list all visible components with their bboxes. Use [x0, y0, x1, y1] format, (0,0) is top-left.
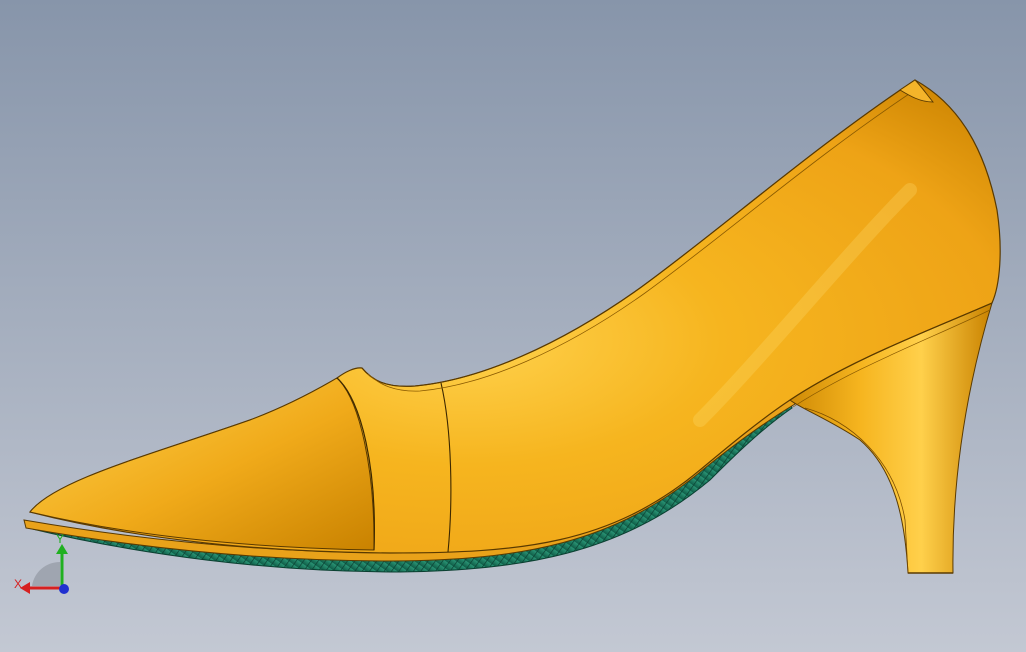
axis-triad: X Y [14, 532, 69, 594]
z-axis-dot [59, 584, 69, 594]
x-axis-label: X [14, 577, 22, 591]
cad-viewport[interactable]: X Y [0, 0, 1026, 652]
triad-plane-shading [32, 562, 60, 586]
model-canvas[interactable] [0, 0, 1026, 652]
y-axis-label: Y [56, 532, 64, 546]
